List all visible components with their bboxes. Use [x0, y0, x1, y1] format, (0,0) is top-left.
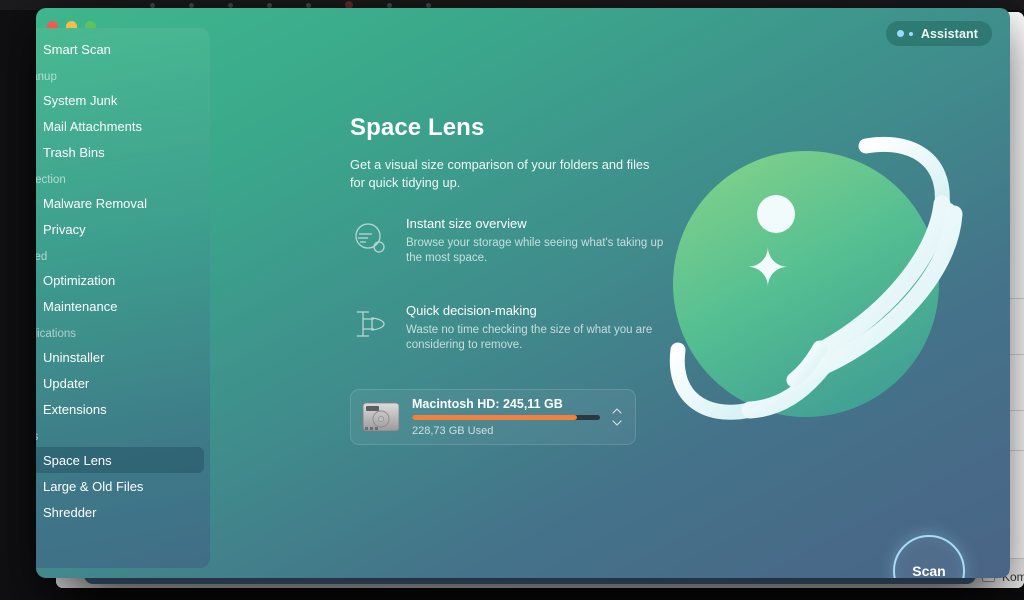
screen: c c li a < E M Komputer	[0, 0, 1024, 600]
size-overview-icon	[350, 216, 390, 266]
feature-text: Instant size overview Browse your storag…	[406, 216, 665, 266]
disk-selector-card[interactable]: Macintosh HD: 245,11 GB 228,73 GB Used	[350, 389, 636, 445]
disk-name: Macintosh HD: 245,11 GB	[412, 397, 563, 411]
sidebar-group-cleanup: Cleanup	[36, 71, 57, 83]
chevron-down-icon	[612, 420, 622, 426]
sidebar: Smart Scan Cleanup System Junk Mail Attachm…	[36, 28, 210, 568]
feature-title: Quick decision-making	[406, 303, 537, 318]
sidebar-item-label: Malware Removal	[43, 195, 148, 211]
sidebar-item-label: Privacy	[43, 221, 86, 237]
sidebar-item-space-lens[interactable]: Space Lens	[36, 447, 204, 473]
main-content: Space Lens Get a visual size comparison …	[314, 8, 1010, 578]
scan-button-label: Scan	[912, 563, 946, 578]
menu-bar-icon[interactable]	[267, 2, 272, 8]
menu-bar-icon[interactable]	[189, 2, 194, 8]
menu-bar-icon[interactable]	[306, 2, 311, 8]
page-title: Space Lens	[350, 114, 485, 141]
space-lens-planet-illustration	[654, 118, 984, 458]
page-subtitle: Get a visual size comparison of your fol…	[350, 157, 650, 190]
disk-usage-bar	[412, 415, 600, 420]
feature-description: Waste no time checking the size of what …	[406, 324, 653, 351]
sidebar-item-label: Large & Old Files	[43, 478, 144, 494]
caliper-icon	[350, 303, 390, 353]
sidebar-group-speed: Speed	[36, 251, 48, 263]
sidebar-item-label: Uninstaller	[43, 349, 105, 365]
scan-button[interactable]: Scan	[893, 535, 965, 578]
feature-description: Browse your storage while seeing what's …	[406, 237, 664, 264]
sidebar-item-label: Space Lens	[43, 452, 112, 468]
sidebar-item-extensions[interactable]: Extensions	[36, 396, 204, 422]
feature-quick-decision-making: Quick decision-making Waste no time chec…	[350, 303, 665, 353]
hard-drive-icon	[362, 401, 400, 433]
sidebar-item-label: Shredder	[43, 504, 97, 520]
sidebar-group-protection: Protection	[36, 174, 66, 186]
sidebar-item-privacy[interactable]: Privacy	[36, 216, 204, 242]
disk-info: Macintosh HD: 245,11 GB 228,73 GB Used	[412, 397, 603, 437]
menu-bar-icon[interactable]	[150, 2, 155, 8]
sidebar-item-malware-removal[interactable]: Malware Removal	[36, 190, 204, 216]
sidebar-item-label: Smart Scan	[43, 41, 111, 57]
chevron-up-icon	[612, 408, 622, 414]
sidebar-item-optimization[interactable]: Optimization	[36, 267, 204, 293]
sidebar-item-label: Optimization	[43, 272, 116, 288]
disk-stepper[interactable]	[609, 408, 625, 426]
feature-text: Quick decision-making Waste no time chec…	[406, 303, 665, 353]
sidebar-item-label: Mail Attachments	[43, 118, 142, 134]
sidebar-group-applications: Applications	[36, 328, 77, 340]
sidebar-item-uninstaller[interactable]: Uninstaller	[36, 344, 204, 370]
sidebar-item-smart-scan[interactable]: Smart Scan	[36, 36, 204, 62]
sidebar-item-label: System Junk	[43, 92, 118, 108]
sidebar-item-large-old-files[interactable]: Large & Old Files	[36, 473, 204, 499]
menu-bar-icon[interactable]	[426, 2, 431, 8]
feature-instant-size-overview: Instant size overview Browse your storag…	[350, 216, 665, 266]
sidebar-item-updater[interactable]: Updater	[36, 370, 204, 396]
sidebar-group-files: Files	[36, 422, 210, 447]
feature-title: Instant size overview	[406, 216, 527, 231]
sidebar-item-label: Updater	[43, 375, 90, 391]
menu-bar-icon[interactable]	[228, 2, 233, 8]
sidebar-item-system-junk[interactable]: System Junk	[36, 87, 204, 113]
sidebar-item-mail-attachments[interactable]: Mail Attachments	[36, 113, 204, 139]
sidebar-item-label: Maintenance	[43, 298, 118, 314]
menu-bar-icon[interactable]	[387, 2, 392, 8]
sidebar-item-maintenance[interactable]: Maintenance	[36, 293, 204, 319]
sidebar-item-shredder[interactable]: Shredder	[36, 499, 204, 525]
sidebar-item-trash-bins[interactable]: Trash Bins	[36, 139, 204, 165]
disk-usage-fill	[412, 415, 578, 420]
sidebar-item-label: Extensions	[43, 401, 107, 417]
disk-used-label: 228,73 GB Used	[412, 425, 494, 437]
sidebar-item-label: Trash Bins	[43, 144, 105, 160]
cleanmymac-window[interactable]: Assistant Space Lens Get a visual size c…	[36, 8, 1010, 578]
